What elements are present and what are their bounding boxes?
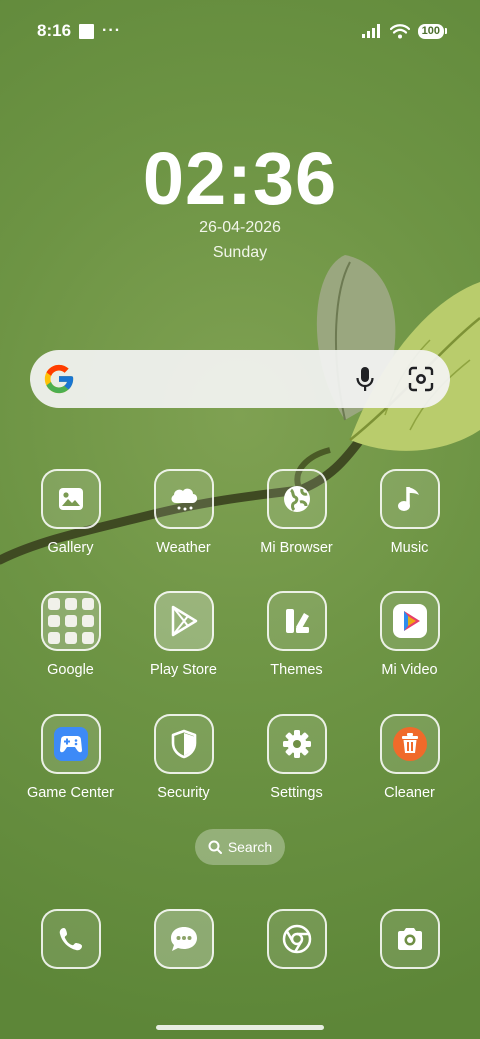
dock-camera-icon-box [379, 909, 440, 969]
chrome-icon [282, 924, 311, 954]
status-time: 8:16 [37, 21, 72, 40]
app-settings-icon-box [266, 714, 327, 774]
shield-icon [171, 729, 196, 759]
search-icon [208, 840, 222, 854]
gamepad-icon [53, 727, 88, 761]
app-label: Game Center [26, 785, 115, 801]
dock-phone-icon-box [40, 909, 101, 969]
app-mi-browser-icon-box [266, 469, 327, 529]
app-music-icon-box [379, 469, 440, 529]
app-game-center-icon-box [40, 714, 101, 774]
chat-icon [170, 927, 197, 951]
signal-icon [361, 24, 380, 38]
app-label: Weather [156, 540, 211, 556]
app-mi-video[interactable]: Mi Video [353, 591, 466, 678]
app-google-icon-box [40, 591, 101, 651]
clock-time[interactable]: 02:36 [0, 136, 480, 221]
app-label: Gallery [47, 540, 94, 556]
app-label: Play Store [150, 662, 217, 678]
themes-icon [285, 609, 309, 633]
status-right: 100 [361, 23, 448, 39]
play-video-icon [392, 604, 427, 638]
app-play-store[interactable]: Play Store [127, 591, 240, 678]
notification-square-icon [79, 23, 95, 39]
google-g-icon [44, 364, 74, 394]
dock-messages[interactable] [127, 909, 240, 969]
app-themes[interactable]: Themes [240, 591, 353, 678]
gear-icon [282, 730, 311, 758]
app-settings[interactable]: Settings [240, 714, 353, 801]
app-security-icon-box [153, 714, 214, 774]
camera-icon [397, 928, 422, 950]
app-search-pill[interactable]: Search [195, 829, 285, 865]
app-label: Cleaner [384, 785, 435, 801]
app-cleaner[interactable]: Cleaner [353, 714, 466, 801]
battery-indicator: 100 [417, 23, 448, 39]
status-bar: 8:16 ··· 100 [0, 0, 480, 62]
app-cleaner-icon-box [379, 714, 440, 774]
app-weather[interactable]: Weather [127, 469, 240, 556]
cloud-icon [171, 488, 197, 511]
app-themes-icon-box [266, 591, 327, 651]
app-game-center[interactable]: Game Center [14, 714, 127, 801]
app-play-store-icon-box [153, 591, 214, 651]
app-label: Music [390, 540, 429, 556]
app-security[interactable]: Security [127, 714, 240, 801]
clock-date: 26-04-2026 [199, 219, 281, 236]
phone-icon [59, 928, 82, 951]
app-mi-browser[interactable]: Mi Browser [240, 469, 353, 556]
app-label: Google [47, 662, 94, 678]
image-icon [58, 488, 83, 510]
dock-chrome-icon-box [266, 909, 327, 969]
music-note-icon [397, 487, 419, 511]
more-notifications-icon: ··· [102, 22, 122, 39]
app-label: Mi Browser [260, 540, 333, 556]
wifi-icon [389, 23, 410, 38]
google-search-bar[interactable] [30, 350, 450, 408]
app-gallery-icon-box [40, 469, 101, 529]
dock-messages-icon-box [153, 909, 214, 969]
app-mi-video-icon-box [379, 591, 440, 651]
app-label: Themes [270, 662, 323, 678]
dock-camera[interactable] [353, 909, 466, 969]
app-label: Settings [270, 785, 323, 801]
app-label: Security [157, 785, 210, 801]
app-label: Mi Video [381, 662, 438, 678]
dock-chrome[interactable] [240, 909, 353, 969]
folder-icon [47, 598, 94, 644]
trash-icon [392, 727, 427, 761]
search-pill-label: Search [227, 839, 273, 855]
app-music[interactable]: Music [353, 469, 466, 556]
play-triangle-icon [171, 605, 197, 637]
dock-phone[interactable] [14, 909, 127, 969]
mic-icon[interactable] [356, 366, 374, 392]
clock-day: Sunday [212, 244, 268, 261]
app-gallery[interactable]: Gallery [14, 469, 127, 556]
lens-icon[interactable] [408, 366, 434, 392]
app-google-folder[interactable]: Google [14, 591, 127, 678]
gesture-home-bar[interactable] [156, 1025, 324, 1030]
app-weather-icon-box [153, 469, 214, 529]
search-bar-actions [356, 366, 434, 392]
globe-icon [283, 486, 310, 512]
status-left: 8:16 ··· [37, 21, 121, 41]
